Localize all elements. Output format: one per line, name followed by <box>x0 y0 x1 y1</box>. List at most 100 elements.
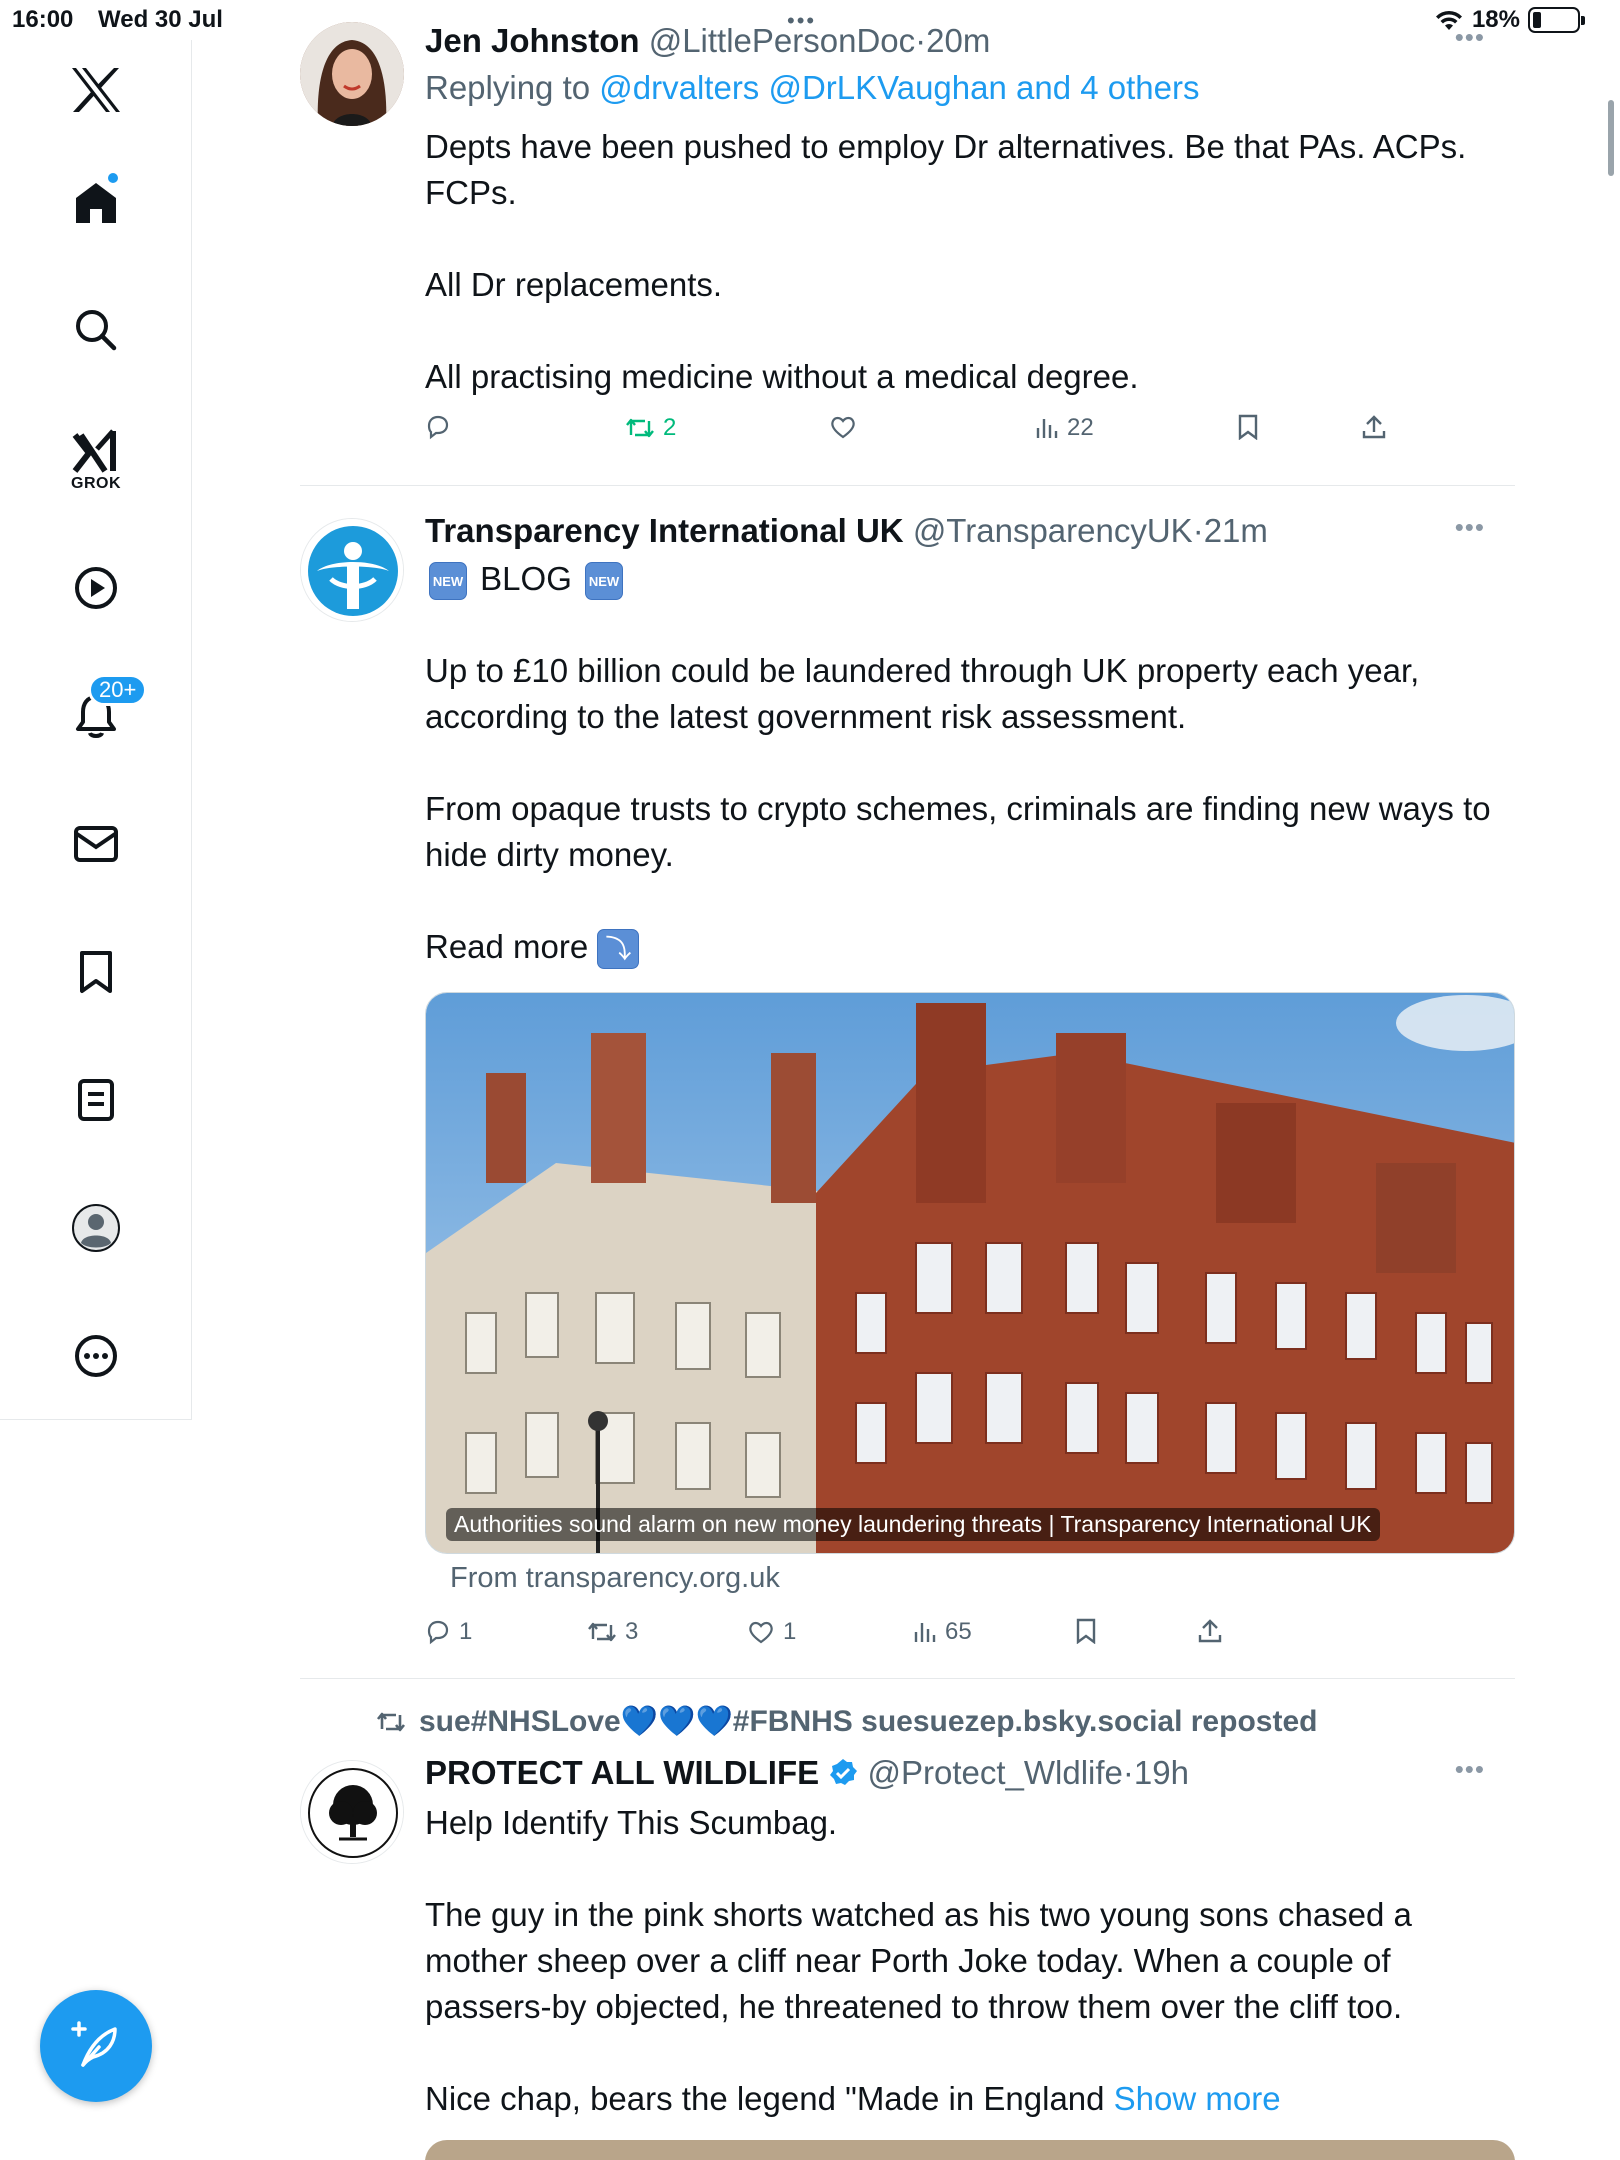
mail-icon <box>74 826 118 862</box>
bookmark-icon <box>1076 1618 1096 1644</box>
bookmark-icon <box>1238 414 1258 440</box>
author-handle[interactable]: @LittlePersonDoc <box>649 22 915 59</box>
tweet-actions: 2 22 <box>425 414 1515 454</box>
compose-button[interactable] <box>40 1990 152 2102</box>
replying-to: Replying to @drvalters @DrLKVaughan and … <box>425 65 1199 111</box>
x-logo[interactable] <box>48 42 144 138</box>
repost-by-text[interactable]: sue#NHSLove💙💙💙#FBNHS suesuezep.bsky.soci… <box>419 1705 1317 1738</box>
views-button[interactable]: 22 <box>1035 414 1094 442</box>
arrow-down-emoji-icon: ⤵ <box>597 929 640 970</box>
sidebar-item-profile[interactable] <box>48 1180 144 1276</box>
show-more-link[interactable]: Show more <box>1114 2080 1281 2117</box>
more-options-icon[interactable]: ••• <box>1455 1754 1485 1785</box>
share-icon <box>1362 415 1386 439</box>
author-name[interactable]: Jen Johnston <box>425 22 640 59</box>
sidebar-item-explore[interactable] <box>48 282 144 378</box>
reply-count: 1 <box>459 1618 473 1645</box>
more-circle-icon <box>75 1335 117 1377</box>
share-button[interactable] <box>1361 414 1387 440</box>
sidebar-item-bookmarks[interactable] <box>48 924 144 1020</box>
reply-button[interactable] <box>425 414 459 440</box>
compose-feather-icon <box>71 2021 117 2067</box>
tweet-media-image[interactable] <box>425 2140 1515 2160</box>
tweet[interactable]: sue#NHSLove💙💙💙#FBNHS suesuezep.bsky.soci… <box>300 1700 1515 2160</box>
tweet[interactable]: Transparency International UK @Transpare… <box>300 510 1515 1670</box>
read-more-text: Read more <box>425 928 589 965</box>
tweet-paragraph-truncated: Nice chap, bears the legend "Made in Eng… <box>425 2076 1500 2122</box>
tweet-time[interactable]: 20m <box>926 22 990 59</box>
avatar[interactable] <box>300 22 404 126</box>
replying-to-users[interactable]: @drvalters @DrLKVaughan and 4 others <box>599 69 1199 106</box>
sidebar-item-more[interactable] <box>48 1308 144 1404</box>
author-handle[interactable]: @Protect_Wldlife <box>867 1754 1122 1791</box>
reply-icon <box>427 1620 449 1645</box>
tweet-paragraph: All Dr replacements. <box>425 266 723 303</box>
sidebar-item-notifications[interactable]: 20+ <box>48 668 148 764</box>
home-icon <box>76 183 116 223</box>
verified-badge-icon <box>830 1759 858 1785</box>
repost-count: 2 <box>663 414 677 441</box>
home-unread-dot <box>106 171 120 185</box>
sidebar-item-messages[interactable] <box>48 796 144 892</box>
share-button[interactable] <box>1197 1618 1223 1644</box>
tweet-paragraph: The guy in the pink shorts watched as hi… <box>425 1896 1412 2025</box>
repost-button[interactable]: 3 <box>587 1618 638 1646</box>
battery-level <box>1533 12 1541 28</box>
share-icon <box>1198 1619 1222 1643</box>
feed-scrollbar[interactable] <box>1608 100 1614 176</box>
wildlife-tree-logo-icon <box>301 1761 403 1863</box>
reply-icon <box>427 415 449 440</box>
repost-count: 3 <box>625 1618 639 1645</box>
bookmark-button[interactable] <box>1237 414 1259 440</box>
tweet-paragraph: From opaque trusts to crypto schemes, cr… <box>425 790 1491 873</box>
author-name[interactable]: PROTECT ALL WILDLIFE <box>425 1754 819 1791</box>
profile-avatar-icon <box>72 1204 120 1252</box>
views-chart-icon <box>914 1623 936 1642</box>
sidebar-item-videos[interactable] <box>48 540 144 636</box>
tweet-time[interactable]: 21m <box>1204 512 1268 549</box>
tweet[interactable]: Jen Johnston @LittlePersonDoc·20m ••• Re… <box>300 20 1515 460</box>
views-button[interactable]: 65 <box>913 1618 972 1646</box>
tweet-time[interactable]: 19h <box>1134 1754 1189 1791</box>
tweet-paragraph: Depts have been pushed to employ Dr alte… <box>425 128 1467 211</box>
tweet-headline: NEW BLOG NEW <box>425 556 1495 602</box>
sidebar-item-articles[interactable] <box>48 1052 144 1148</box>
new-emoji-icon: NEW <box>429 562 467 601</box>
bookmark-icon <box>80 951 112 993</box>
more-options-icon[interactable]: ••• <box>1455 512 1485 543</box>
new-emoji-icon: NEW <box>585 562 624 601</box>
tweet-divider <box>300 1678 1515 1679</box>
transparency-logo-icon <box>301 519 403 621</box>
tweet-divider <box>300 485 1515 486</box>
tweet-header: Transparency International UK @Transpare… <box>425 510 1268 552</box>
tweet-actions: 1 3 1 65 <box>425 1618 1515 1658</box>
like-count: 1 <box>783 1618 797 1645</box>
link-card-image[interactable]: Authorities sound alarm on new money lau… <box>425 992 1515 1554</box>
avatar-photo-icon <box>300 22 404 126</box>
x-logo-icon <box>72 68 120 112</box>
repost-attribution: sue#NHSLove💙💙💙#FBNHS suesuezep.bsky.soci… <box>375 1704 1317 1739</box>
like-button[interactable]: 1 <box>747 1618 796 1646</box>
view-count: 22 <box>1067 414 1094 441</box>
sidebar-item-home[interactable] <box>48 155 144 251</box>
repost-button[interactable]: 2 <box>625 414 676 442</box>
play-circle-icon <box>75 567 117 609</box>
time-separator: · <box>915 22 927 59</box>
reply-button[interactable]: 1 <box>425 1618 472 1646</box>
more-options-icon[interactable]: ••• <box>1455 22 1485 53</box>
sidebar-item-grok[interactable]: GROK <box>48 412 144 508</box>
grok-label: GROK <box>71 475 121 492</box>
tweet-paragraph: Up to £10 billion could be laundered thr… <box>425 652 1420 735</box>
article-icon <box>78 1079 114 1121</box>
author-handle[interactable]: @TransparencyUK <box>913 512 1193 549</box>
tweet-truncated-text: Nice chap, bears the legend "Made in Eng… <box>425 2080 1105 2117</box>
bookmark-button[interactable] <box>1075 1618 1097 1644</box>
heart-icon <box>831 416 855 439</box>
status-date: Wed 30 Jul <box>98 6 223 33</box>
avatar[interactable] <box>300 1760 404 1864</box>
author-name[interactable]: Transparency International UK <box>425 512 904 549</box>
like-button[interactable] <box>829 414 865 440</box>
avatar[interactable] <box>300 518 404 622</box>
views-chart-icon <box>1036 419 1058 438</box>
link-card-source[interactable]: From transparency.org.uk <box>450 1562 780 1595</box>
